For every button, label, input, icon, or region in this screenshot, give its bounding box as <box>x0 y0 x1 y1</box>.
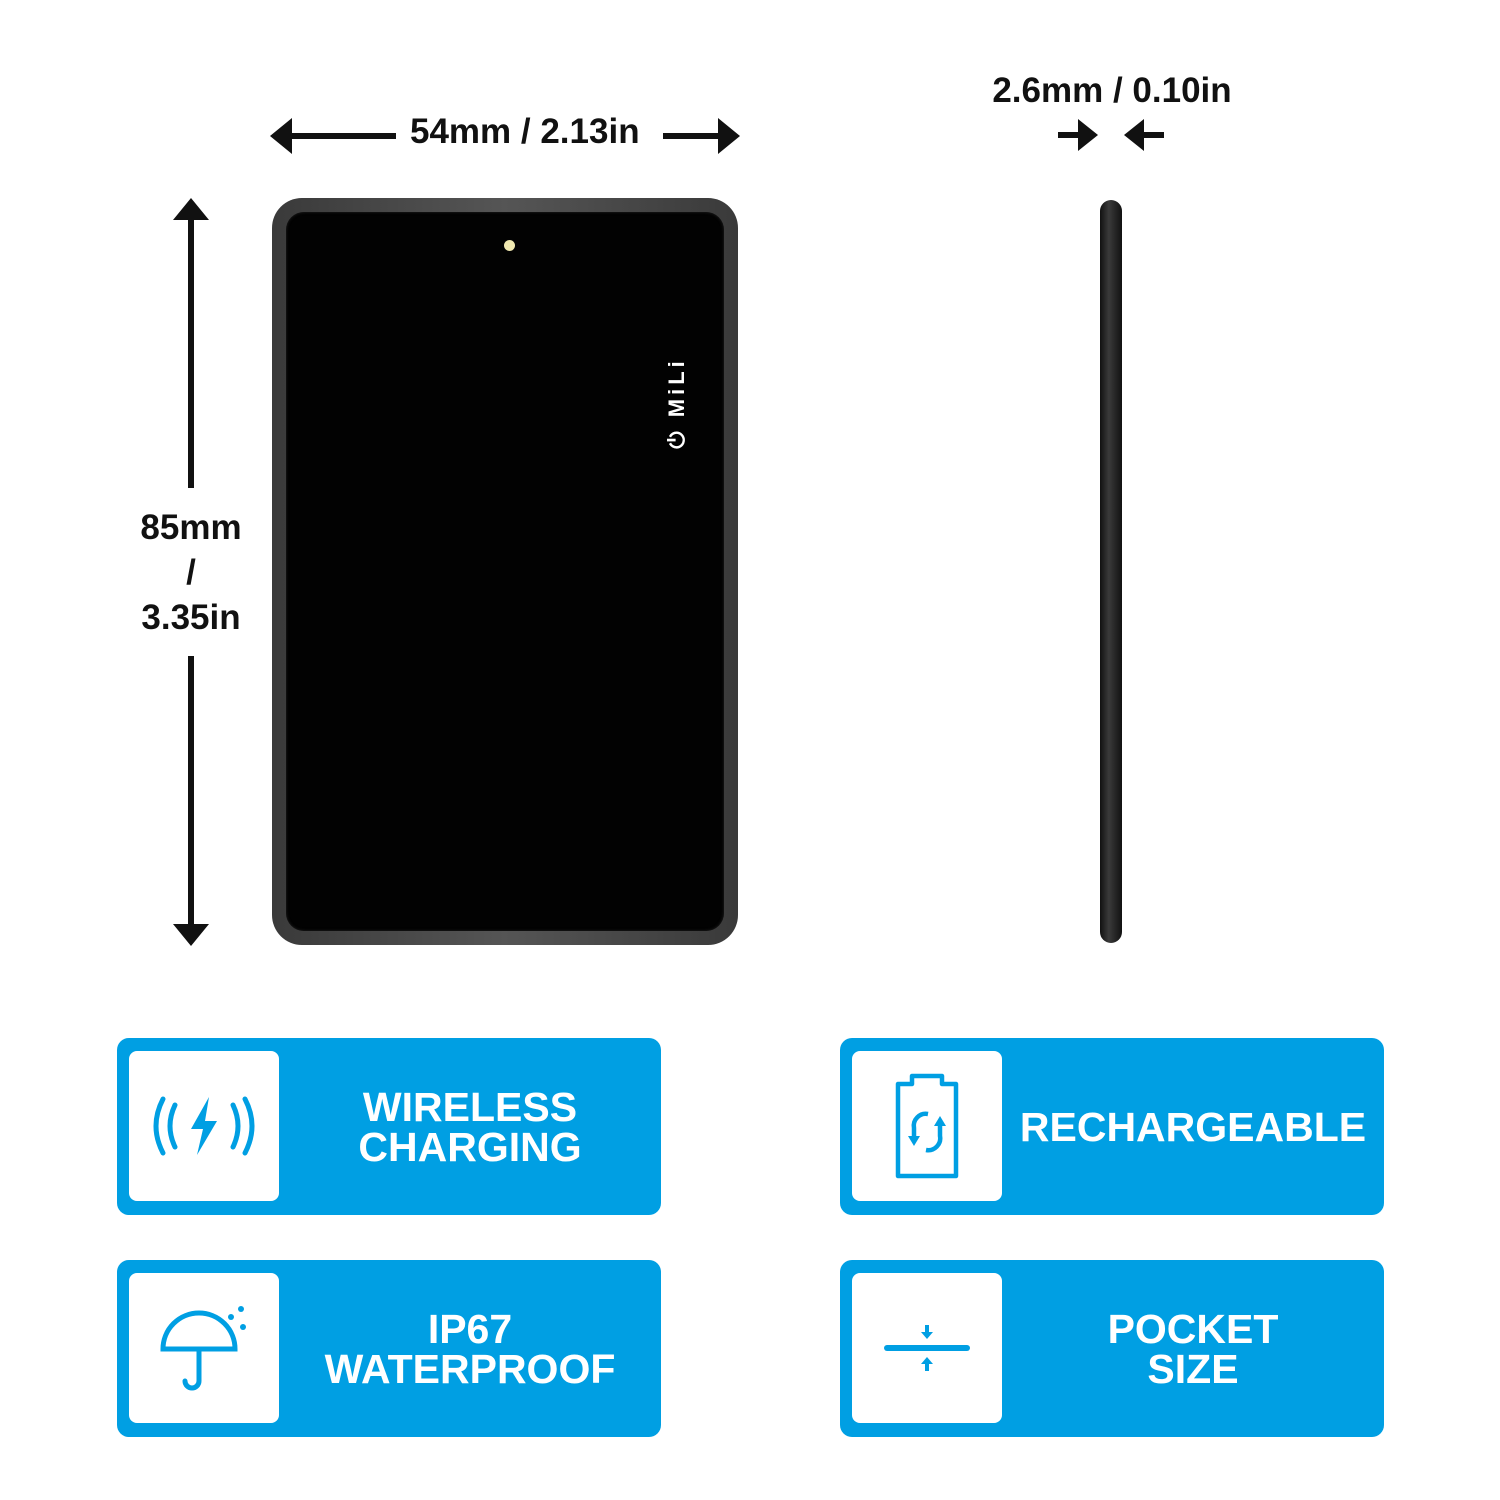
feature-pocket-size: POCKET SIZE <box>840 1260 1384 1437</box>
feature-rechargeable: RECHARGEABLE <box>840 1038 1384 1215</box>
brand-logo: ⏻ MiLi <box>664 357 689 449</box>
feature-label: IP67 WATERPROOF <box>324 1305 616 1392</box>
compress-thin-icon <box>852 1273 1002 1423</box>
height-label-in: 3.35in <box>141 598 241 637</box>
feature-label: POCKET SIZE <box>1107 1305 1279 1392</box>
thickness-label: 2.6mm / 0.10in <box>992 71 1232 110</box>
height-label-sep: / <box>186 553 196 592</box>
thickness-arrows <box>1058 119 1164 151</box>
card-face: ⏻ MiLi <box>286 212 724 931</box>
feature-wireless-charging: WIRELESS CHARGING <box>117 1038 661 1215</box>
battery-recharge-icon <box>852 1051 1002 1201</box>
power-icon: ⏻ <box>664 427 689 449</box>
height-label-mm: 85mm <box>140 508 242 547</box>
umbrella-rain-icon <box>129 1273 279 1423</box>
wireless-charging-icon <box>129 1051 279 1201</box>
width-label: 54mm / 2.13in <box>410 112 640 151</box>
power-bank-front: ⏻ MiLi <box>272 198 738 945</box>
led-indicator <box>504 240 515 251</box>
feature-label: WIRELESS CHARGING <box>358 1083 582 1170</box>
feature-waterproof: IP67 WATERPROOF <box>117 1260 661 1437</box>
feature-label: RECHARGEABLE <box>1019 1103 1367 1150</box>
power-bank-side <box>1100 200 1122 943</box>
